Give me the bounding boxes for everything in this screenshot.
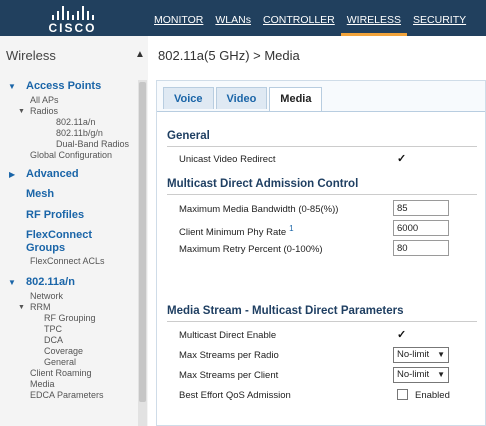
max-streams-radio-value: No-limit <box>397 349 430 360</box>
sidebar-item-media[interactable]: Media <box>30 379 55 389</box>
nav-controller[interactable]: CONTROLLER <box>257 0 341 36</box>
expanded-triangle-icon[interactable]: ▼ <box>8 278 16 287</box>
sidebar-item-network[interactable]: Network <box>30 291 63 301</box>
sidebar-item-global-config[interactable]: Global Configuration <box>30 150 112 160</box>
cisco-logo[interactable]: CISCO <box>0 0 145 36</box>
max-streams-client-select[interactable]: No-limit ▼ <box>393 367 449 383</box>
sidebar-item-rrm[interactable]: RRM <box>30 302 51 312</box>
client-min-phy-rate-input[interactable]: 6000 <box>393 220 449 236</box>
tab-panel: Voice Video Media General Unicast Video … <box>156 80 486 426</box>
max-media-bandwidth-label: Maximum Media Bandwidth (0-85(%)) <box>179 204 339 215</box>
best-effort-qos-checkbox[interactable] <box>397 389 408 400</box>
client-min-phy-rate-text: Client Minimum Phy Rate <box>179 227 287 239</box>
sidebar-title: Wireless <box>6 48 56 63</box>
section-divider <box>167 194 477 195</box>
caret-up-icon[interactable]: ▲ <box>135 49 145 60</box>
tab-voice[interactable]: Voice <box>163 87 214 109</box>
sidebar-item-tpc[interactable]: TPC <box>44 324 62 334</box>
sidebar-item-radio-bg[interactable]: 802.11b/g/n <box>56 128 103 138</box>
sidebar-item-dual-band[interactable]: Dual-Band Radios <box>56 139 129 149</box>
cisco-bars-icon <box>0 4 145 20</box>
max-retry-percent-label: Maximum Retry Percent (0-100%) <box>179 244 323 255</box>
section-media-stream-heading: Media Stream - Multicast Direct Paramete… <box>167 305 404 317</box>
expanded-triangle-icon[interactable]: ▼ <box>18 304 25 311</box>
sidebar-item-rf-profiles[interactable]: RF Profiles <box>26 209 84 221</box>
sidebar-item-radios[interactable]: Radios <box>30 106 58 116</box>
tab-video[interactable]: Video <box>215 87 268 109</box>
expanded-triangle-icon[interactable]: ▼ <box>8 82 16 91</box>
section-divider <box>167 321 477 322</box>
sidebar-item-flexconnect-groups[interactable]: FlexConnect Groups <box>26 229 116 255</box>
tab-bar: Voice Video Media <box>163 87 324 111</box>
sidebar-item-advanced[interactable]: Advanced <box>26 168 79 180</box>
best-effort-qos-enabled-text: Enabled <box>415 390 450 401</box>
multicast-direct-enable-checkbox[interactable]: ✓ <box>397 330 408 341</box>
sidebar: Wireless ▲ ▼ Access Points All APs ▼ Rad… <box>0 36 148 426</box>
best-effort-qos-label: Best Effort QoS Admission <box>179 390 291 401</box>
max-streams-radio-select[interactable]: No-limit ▼ <box>393 347 449 363</box>
section-mdac-heading: Multicast Direct Admission Control <box>167 178 359 190</box>
cisco-wordmark: CISCO <box>48 21 97 35</box>
unicast-video-redirect-label: Unicast Video Redirect <box>179 154 276 165</box>
sidebar-item-mesh[interactable]: Mesh <box>26 188 54 200</box>
sidebar-item-radio-a[interactable]: 802.11a/n <box>56 117 95 127</box>
sidebar-item-dca[interactable]: DCA <box>44 335 63 345</box>
top-bar: CISCO MONITOR WLANs CONTROLLER WIRELESS … <box>0 0 486 36</box>
sidebar-item-general[interactable]: General <box>44 357 76 367</box>
max-streams-client-label: Max Streams per Client <box>179 370 279 381</box>
page-title: 802.11a(5 GHz) > Media <box>158 48 300 63</box>
section-general-heading: General <box>167 130 210 142</box>
nav-wlans[interactable]: WLANs <box>209 0 257 36</box>
sidebar-scrollbar[interactable] <box>138 80 147 426</box>
sidebar-item-client-roaming[interactable]: Client Roaming <box>30 368 92 378</box>
sidebar-item-band[interactable]: 802.11a/n <box>26 276 75 288</box>
nav-monitor[interactable]: MONITOR <box>148 0 209 36</box>
chevron-down-icon: ▼ <box>437 370 445 379</box>
multicast-direct-enable-label: Multicast Direct Enable <box>179 330 277 341</box>
max-streams-client-value: No-limit <box>397 369 430 380</box>
unicast-video-redirect-checkbox[interactable]: ✓ <box>397 154 408 165</box>
scrollbar-thumb[interactable] <box>139 82 146 402</box>
max-media-bandwidth-input[interactable]: 85 <box>393 200 449 216</box>
main-content: 802.11a(5 GHz) > Media Voice Video Media… <box>150 36 486 426</box>
media-settings-form: General Unicast Video Redirect ✓ Multica… <box>157 111 485 425</box>
collapsed-triangle-icon[interactable]: ▶ <box>9 170 15 179</box>
sidebar-item-all-aps[interactable]: All APs <box>30 95 59 105</box>
chevron-down-icon: ▼ <box>437 350 445 359</box>
nav-security[interactable]: SECURITY <box>407 0 472 36</box>
sidebar-item-edca[interactable]: EDCA Parameters <box>30 390 104 400</box>
tab-media[interactable]: Media <box>269 87 323 111</box>
max-retry-percent-input[interactable]: 80 <box>393 240 449 256</box>
info-footnote-icon[interactable]: 1 <box>289 224 293 233</box>
expanded-triangle-icon[interactable]: ▼ <box>18 108 25 115</box>
sidebar-item-coverage[interactable]: Coverage <box>44 346 83 356</box>
client-min-phy-rate-label: Client Minimum Phy Rate 1 <box>179 224 294 238</box>
sidebar-item-flexconnect-acls[interactable]: FlexConnect ACLs <box>30 256 105 266</box>
section-divider <box>167 146 477 147</box>
sidebar-item-access-points[interactable]: Access Points <box>26 80 101 92</box>
sidebar-item-rf-grouping[interactable]: RF Grouping <box>44 313 96 323</box>
max-streams-radio-label: Max Streams per Radio <box>179 350 279 361</box>
nav-wireless[interactable]: WIRELESS <box>340 0 408 36</box>
top-nav: MONITOR WLANs CONTROLLER WIRELESS SECURI… <box>148 0 472 36</box>
